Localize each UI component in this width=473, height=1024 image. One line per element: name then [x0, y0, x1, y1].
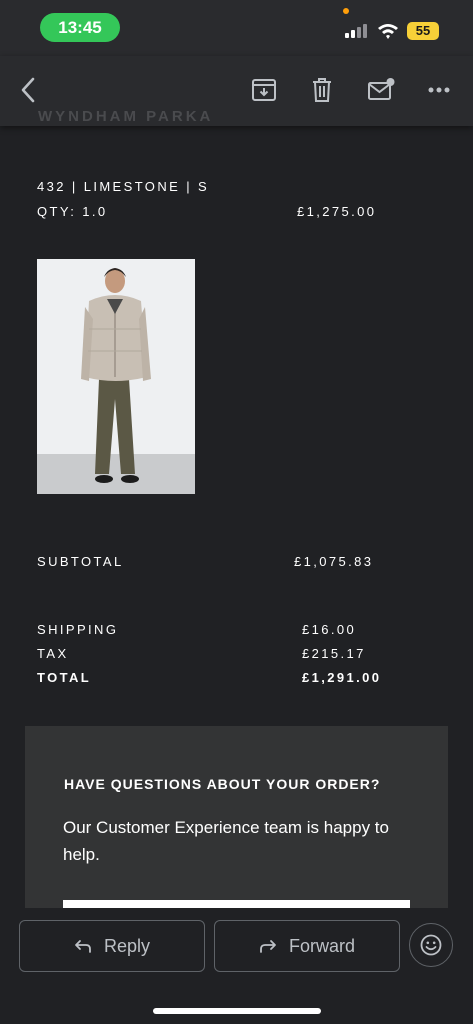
- more-icon: [428, 87, 450, 93]
- subtotal-label: SUBTOTAL: [37, 554, 124, 569]
- delete-icon: [313, 78, 331, 102]
- forward-icon: [260, 940, 276, 953]
- delete-button[interactable]: [306, 74, 338, 106]
- subtotal-value: £1,075.83: [294, 554, 374, 569]
- back-icon: [21, 77, 35, 103]
- ghost-product-title: WYNDHAM PARKA: [38, 108, 214, 125]
- bottom-action-bar: Reply Forward: [0, 908, 473, 1024]
- item-variant: 432 | LIMESTONE | S: [37, 179, 210, 194]
- status-bar: 13:45 55: [0, 0, 473, 56]
- product-photo-illustration: [37, 259, 195, 494]
- archive-icon: [252, 79, 276, 101]
- total-value: £1,291.00: [302, 670, 382, 685]
- reply-label: Reply: [103, 935, 151, 956]
- mark-unread-icon: [368, 78, 395, 100]
- shipping-value: £16.00: [302, 622, 357, 637]
- mark-unread-button[interactable]: [365, 74, 397, 106]
- item-quantity: QTY: 1.0: [37, 204, 108, 219]
- questions-section: HAVE QUESTIONS ABOUT YOUR ORDER? Our Cus…: [25, 726, 448, 916]
- back-button[interactable]: [12, 74, 44, 106]
- product-photo[interactable]: [37, 259, 195, 494]
- wifi-icon: [378, 24, 398, 39]
- battery-indicator: 55: [407, 22, 439, 40]
- tax-label: TAX: [37, 646, 69, 661]
- item-price: £1,275.00: [297, 204, 377, 219]
- status-time[interactable]: 13:45: [40, 13, 120, 42]
- cellular-signal-icon: [345, 24, 369, 38]
- questions-title: HAVE QUESTIONS ABOUT YOUR ORDER?: [64, 776, 381, 792]
- forward-label: Forward: [288, 935, 355, 956]
- emoji-reaction-button[interactable]: [409, 923, 453, 967]
- tax-value: £215.17: [302, 646, 366, 661]
- home-indicator[interactable]: [153, 1008, 321, 1014]
- emoji-icon: [420, 934, 442, 956]
- reply-icon: [75, 940, 91, 953]
- more-options-button[interactable]: [423, 74, 455, 106]
- total-label: TOTAL: [37, 670, 92, 685]
- privacy-indicator-dot: [343, 8, 349, 14]
- email-body[interactable]: 432 | LIMESTONE | S QTY: 1.0 £1,275.00 S…: [0, 126, 473, 916]
- reply-button[interactable]: Reply: [19, 920, 205, 972]
- archive-button[interactable]: [248, 74, 280, 106]
- shipping-label: SHIPPING: [37, 622, 119, 637]
- forward-button[interactable]: Forward: [214, 920, 400, 972]
- questions-body: Our Customer Experience team is happy to…: [63, 818, 389, 864]
